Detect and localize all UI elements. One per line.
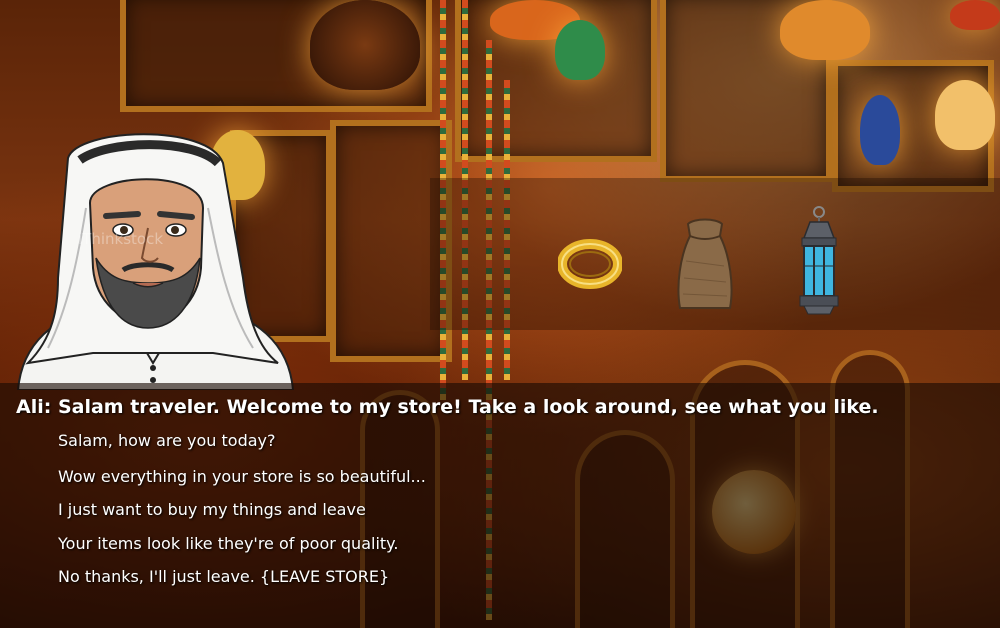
hanging-lamp-decor [780, 0, 870, 60]
game-scene: Ali: Salam traveler. Welcome to my store… [0, 0, 1000, 628]
hanging-lamp-decor [950, 0, 1000, 30]
dialogue-choice-greeting[interactable]: Salam, how are you today? [58, 430, 276, 452]
merchant-portrait [16, 133, 295, 390]
dialogue-choice-compliment[interactable]: Wow everything in your store is so beaut… [58, 466, 426, 488]
hanging-lamp-decor [555, 20, 605, 80]
hanging-lamp-decor [860, 95, 900, 165]
dialogue-panel: Ali: Salam traveler. Welcome to my store… [0, 383, 1000, 628]
dialogue-choice-leave[interactable]: No thanks, I'll just leave. {LEAVE STORE… [58, 566, 389, 588]
burlap-sack-icon[interactable] [674, 216, 736, 314]
stock-watermark: iThinkstock [78, 230, 164, 248]
dialogue-choice-insult[interactable]: Your items look like they're of poor qua… [58, 533, 398, 555]
gold-ring-icon[interactable] [558, 236, 622, 292]
item-shelf [430, 178, 1000, 330]
hanging-lamp-decor [935, 80, 995, 150]
npc-dialogue-line: Ali: Salam traveler. Welcome to my store… [16, 396, 879, 418]
dialogue-choice-buy[interactable]: I just want to buy my things and leave [58, 499, 366, 521]
lantern-icon[interactable] [792, 206, 846, 318]
hanging-lamp-decor [310, 0, 420, 90]
